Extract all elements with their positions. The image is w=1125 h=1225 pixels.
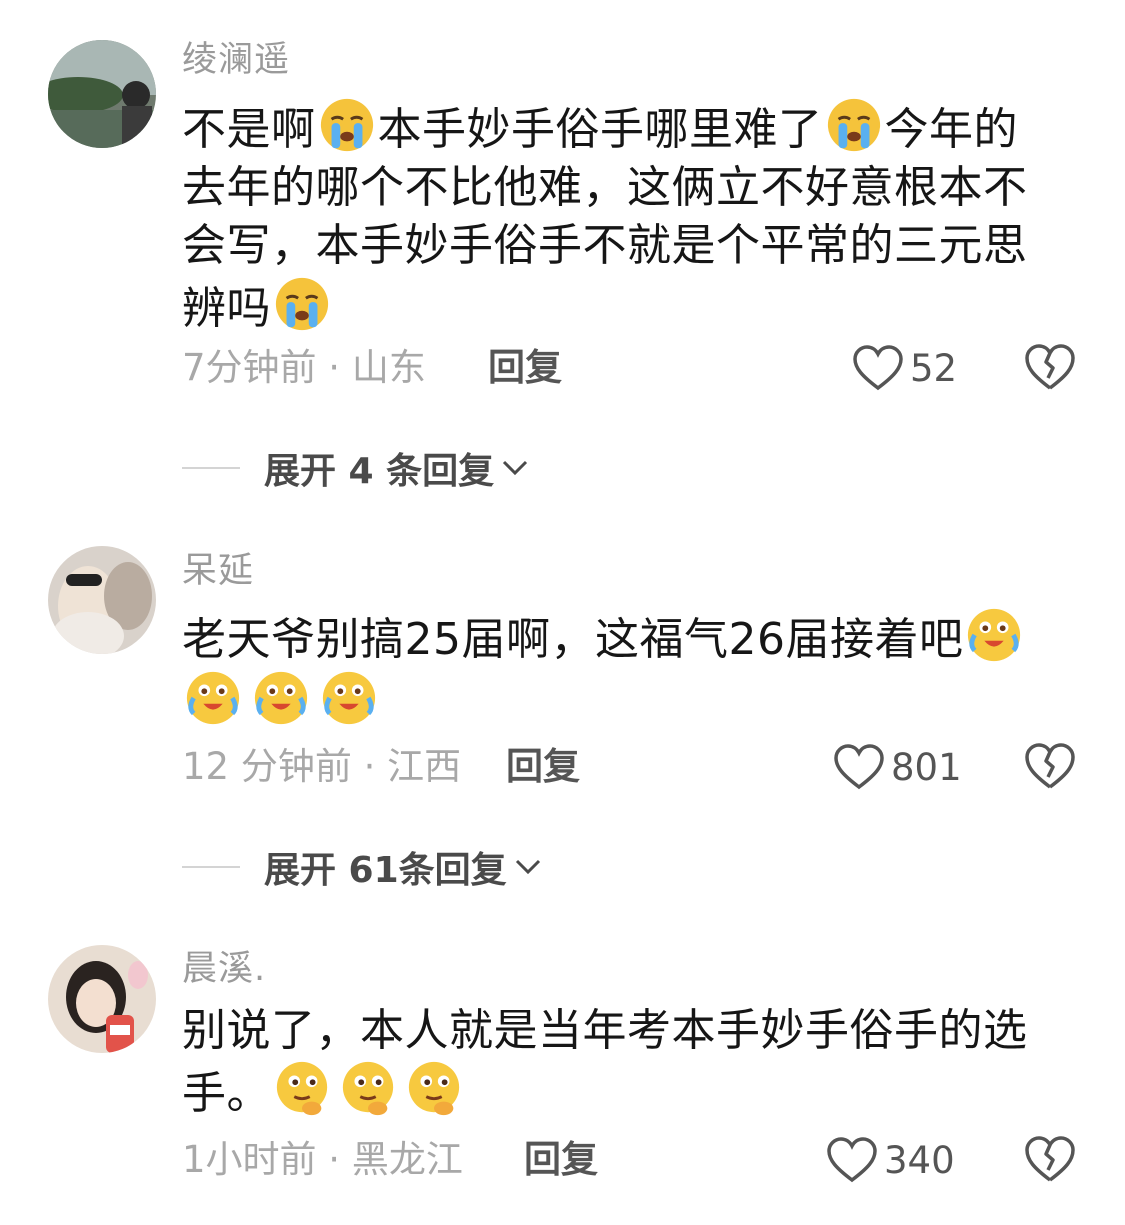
like-count: 801 — [891, 745, 962, 789]
expand-replies-button[interactable]: 展开 4 条回复 — [182, 443, 530, 493]
expand-replies-label: 展开 4 条回复 — [264, 451, 495, 492]
comment-text: 别说了，本人就是当年考本手妙手俗手的选 手。 — [182, 1002, 1062, 1123]
dislike-button[interactable] — [1024, 741, 1076, 791]
comment-text-part: 别说了，本人就是当年考本手妙手俗手的选 — [182, 1005, 1028, 1056]
avatar[interactable] — [48, 546, 156, 654]
crying-laughing-face-icon — [252, 669, 310, 727]
comment-text: 老天爷别搞25届啊，这福气26届接着吧 — [182, 606, 1062, 732]
expand-replies-label: 展开 61条回复 — [264, 850, 507, 891]
reply-button[interactable]: 回复 — [506, 745, 580, 789]
loudly-crying-face-icon — [273, 275, 331, 333]
crying-laughing-face-icon — [320, 669, 378, 727]
dislike-button[interactable] — [1024, 1134, 1076, 1184]
comment-text-part: 手。 — [182, 1068, 271, 1119]
heart-icon — [853, 345, 903, 391]
chevron-down-icon — [503, 460, 528, 476]
heart-icon — [827, 1137, 877, 1183]
comment-text: 不是啊 本手妙手俗手哪里难了 今年的去年的哪个不比他难，这俩立不好意根本不会写，本手… — [182, 96, 1062, 338]
broken-heart-icon — [1025, 1136, 1075, 1182]
loudly-crying-face-icon — [318, 96, 376, 154]
thinking-face-icon — [405, 1060, 463, 1118]
broken-heart-icon — [1025, 743, 1075, 789]
chevron-down-icon — [515, 859, 540, 875]
time-location: 12 分钟前 · 江西 — [182, 745, 462, 788]
like-count: 340 — [884, 1138, 955, 1182]
divider-line — [182, 467, 240, 469]
expand-replies-button[interactable]: 展开 61条回复 — [182, 842, 543, 892]
username[interactable]: 晨溪. — [182, 949, 266, 989]
broken-heart-icon — [1025, 344, 1075, 390]
like-count: 52 — [910, 346, 958, 390]
time-location: 7分钟前 · 山东 — [182, 346, 426, 389]
like-button[interactable]: 52 — [852, 343, 957, 393]
thinking-face-icon — [273, 1060, 331, 1118]
time-location: 1小时前 · 黑龙江 — [182, 1138, 463, 1181]
heart-icon — [834, 744, 884, 790]
comment-text-part: 不是啊 — [182, 104, 316, 155]
thinking-face-icon — [339, 1060, 397, 1118]
divider-line — [182, 866, 240, 868]
username[interactable]: 呆延 — [182, 551, 254, 591]
like-button[interactable]: 340 — [826, 1135, 955, 1185]
reply-button[interactable]: 回复 — [488, 346, 562, 390]
username[interactable]: 绫澜遥 — [182, 40, 290, 80]
loudly-crying-face-icon — [825, 96, 883, 154]
comment-text-part: 本手妙手俗手哪里难了 — [377, 104, 823, 155]
crying-laughing-face-icon — [184, 669, 242, 727]
avatar[interactable] — [48, 40, 156, 148]
comment-text-part: 老天爷别搞25届啊，这福气26届接着吧 — [182, 614, 964, 665]
like-button[interactable]: 801 — [833, 742, 962, 792]
reply-button[interactable]: 回复 — [524, 1138, 598, 1182]
avatar[interactable] — [48, 945, 156, 1053]
dislike-button[interactable] — [1024, 342, 1076, 392]
crying-laughing-face-icon — [965, 606, 1023, 664]
